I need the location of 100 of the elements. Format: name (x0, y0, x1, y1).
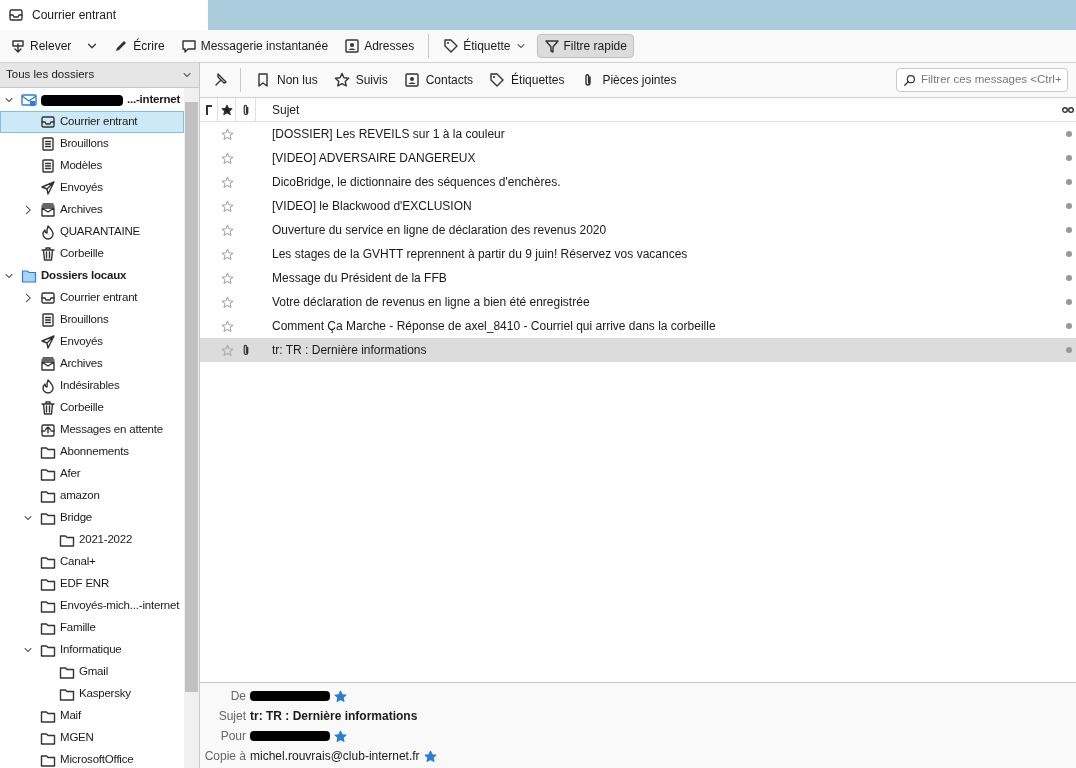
folder-icon (40, 730, 56, 746)
tab[interactable]: Courrier entrant (0, 0, 208, 30)
toolbar-button[interactable]: Filtre rapide (536, 34, 634, 58)
message-subject: Ouverture du service en ligne de déclaration des revenus 2020 (271, 222, 608, 239)
folder-item[interactable]: Bridge (0, 507, 184, 529)
folder-item[interactable]: Brouillons (0, 133, 184, 155)
filter-button[interactable]: Non lus (249, 68, 324, 92)
message-row[interactable]: Ouverture du service en ligne de déclaration des revenus 2020 (200, 218, 1076, 242)
message-row[interactable]: [VIDEO] ADVERSAIRE DANGEREUX (200, 146, 1076, 170)
read-status-icon[interactable] (1066, 323, 1072, 329)
header-value: michel.rouvrais@club-internet.fr (250, 748, 420, 765)
message-row[interactable]: tr: TR : Dernière informations (200, 338, 1076, 362)
read-status-icon[interactable] (1066, 227, 1072, 233)
filter-button[interactable]: Contacts (397, 68, 480, 92)
folder-item[interactable]: Modèles (0, 155, 184, 177)
toolbar-button[interactable]: Adresses (338, 34, 421, 58)
read-status-icon[interactable] (1066, 299, 1072, 305)
folder-item[interactable]: Abonnements (0, 441, 184, 463)
folder-icon (40, 488, 56, 504)
folder-view-label: Tous les dossiers (6, 67, 95, 83)
header-label: De (229, 688, 246, 705)
folder-item[interactable]: Gmail (0, 661, 184, 683)
message-row[interactable]: Les stages de la GVHTT reprennent à partir du 9 juin! Réservez vos vacances (200, 242, 1076, 266)
message-subject: DicoBridge, le dictionnaire des séquences d'enchères. (271, 174, 562, 191)
folder-item[interactable]: Kaspersky (0, 683, 184, 705)
search-icon (903, 73, 917, 87)
folder-item[interactable]: MicrosoftOffice (0, 749, 184, 768)
outbox-icon (40, 422, 56, 438)
message-subject: Comment Ça Marche - Réponse de axel_8410 - Courriel qui arrive dans la corbeille (271, 318, 717, 335)
toolbar-button[interactable]: Étiquette (437, 34, 533, 58)
message-subject: Votre déclaration de revenus en ligne a bien été enregistrée (271, 294, 591, 311)
message-subject: Les stages de la GVHTT reprennent à partir du 9 juin! Réservez vos vacances (271, 246, 689, 263)
folder-icon (40, 576, 56, 592)
message-subject: tr: TR : Dernière informations (271, 342, 428, 359)
toolbar-button[interactable]: Écrire (107, 34, 171, 58)
star-icon (333, 72, 350, 88)
folder-item[interactable]: Maif (0, 705, 184, 727)
toolbar-button[interactable]: Messagerie instantanée (174, 34, 335, 58)
filter-button[interactable]: Étiquettes (483, 68, 571, 92)
message-subject: Message du Président de la FFB (271, 270, 448, 287)
thread-icon (205, 104, 212, 115)
folder-item[interactable]: Courrier entrant (0, 111, 184, 133)
folder-icon (40, 510, 56, 526)
toolbar-button[interactable]: Relever (4, 34, 78, 58)
scrollbar[interactable] (184, 88, 199, 768)
read-status-icon[interactable] (1066, 203, 1072, 209)
read-status-icon[interactable] (1066, 251, 1072, 257)
folder-item[interactable]: Informatique (0, 639, 184, 661)
tag-icon (489, 72, 506, 88)
folder-item[interactable]: Courrier entrant (0, 287, 184, 309)
read-status-icon[interactable] (1066, 275, 1072, 281)
message-row[interactable]: [VIDEO] le Blackwood d'EXCLUSION (200, 194, 1076, 218)
filter-button[interactable]: Suivis (327, 68, 394, 92)
message-row[interactable]: Message du Président de la FFB (200, 266, 1076, 290)
folder-item[interactable]: 2021-2022 (0, 529, 184, 551)
folder-item[interactable]: Messages en attente (0, 419, 184, 441)
read-status-icon[interactable] (1066, 131, 1072, 137)
column-header[interactable]: Sujet (256, 100, 1062, 119)
folder-item[interactable]: Envoyés-mich...-internet (0, 595, 184, 617)
folder-item[interactable]: Famille (0, 617, 184, 639)
message-row[interactable]: Votre déclaration de revenus en ligne a bien été enregistrée (200, 290, 1076, 314)
speech-bubble-icon (180, 38, 197, 54)
folder-icon (59, 664, 75, 680)
folder-item[interactable]: Archives (0, 199, 184, 221)
folder-item[interactable]: Envoyés (0, 177, 184, 199)
read-status-icon[interactable] (1066, 155, 1072, 161)
folder-icon (40, 620, 56, 636)
folder-item[interactable]: Indésirables (0, 375, 184, 397)
download-icon (10, 38, 26, 54)
trash-icon (40, 246, 56, 262)
folder-item[interactable]: Canal+ (0, 551, 184, 573)
bookmark-icon (255, 72, 271, 88)
star-icon (423, 749, 437, 763)
read-status-icon[interactable] (1066, 179, 1072, 185)
folder-item[interactable]: QUARANTAINE (0, 221, 184, 243)
folder-item[interactable]: Envoyés (0, 331, 184, 353)
folder-item[interactable]: EDF ENR (0, 573, 184, 595)
folder-icon (40, 444, 56, 460)
folder-item[interactable]: Archives (0, 353, 184, 375)
header-label: Sujet (217, 708, 246, 725)
folder-item[interactable]: amazon (0, 485, 184, 507)
folder-item[interactable]: Brouillons (0, 309, 184, 331)
message-row[interactable]: [DOSSIER] Les REVEILS sur 1 à la couleur (200, 122, 1076, 146)
folder-item[interactable]: ...-internet (0, 89, 184, 111)
message-row[interactable]: DicoBridge, le dictionnaire des séquences d'enchères. (200, 170, 1076, 194)
read-status-icon[interactable] (1066, 347, 1072, 353)
folder-item[interactable]: Dossiers locaux (0, 265, 184, 287)
archive-icon (40, 202, 56, 218)
header-label: Pour (219, 728, 246, 745)
search-field[interactable]: Filtrer ces messages <Ctrl+ (896, 68, 1068, 92)
folder-item[interactable]: Corbeille (0, 397, 184, 419)
folder-item[interactable]: Afer (0, 463, 184, 485)
filter-button[interactable]: Pièces jointes (574, 68, 683, 92)
folder-item[interactable]: Corbeille (0, 243, 184, 265)
message-row[interactable]: Comment Ça Marche - Réponse de axel_8410 - Courriel qui arrive dans la corbeille (200, 314, 1076, 338)
document-icon (40, 158, 56, 174)
inbox-icon (8, 7, 24, 23)
folder-icon (21, 268, 37, 284)
flame-icon (40, 378, 56, 394)
folder-item[interactable]: MGEN (0, 727, 184, 749)
